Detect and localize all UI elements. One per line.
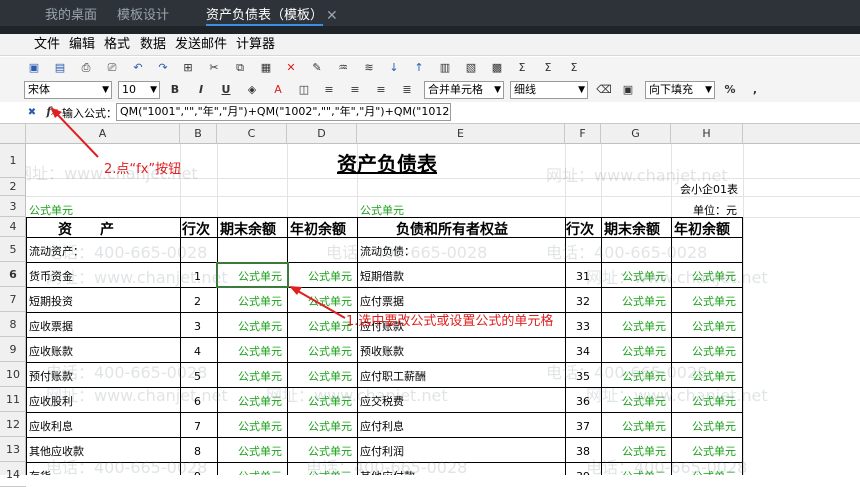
annotation-step2: 2.点“fx”按钮 (104, 162, 182, 177)
annotation-step1: 1.选中要改公式或设置公式的单元格 (346, 314, 554, 329)
arrow-line-fx (55, 112, 99, 158)
arrow-head-cell (289, 286, 302, 295)
annotation-arrows (50, 107, 346, 319)
arrow-line-cell (295, 289, 346, 319)
